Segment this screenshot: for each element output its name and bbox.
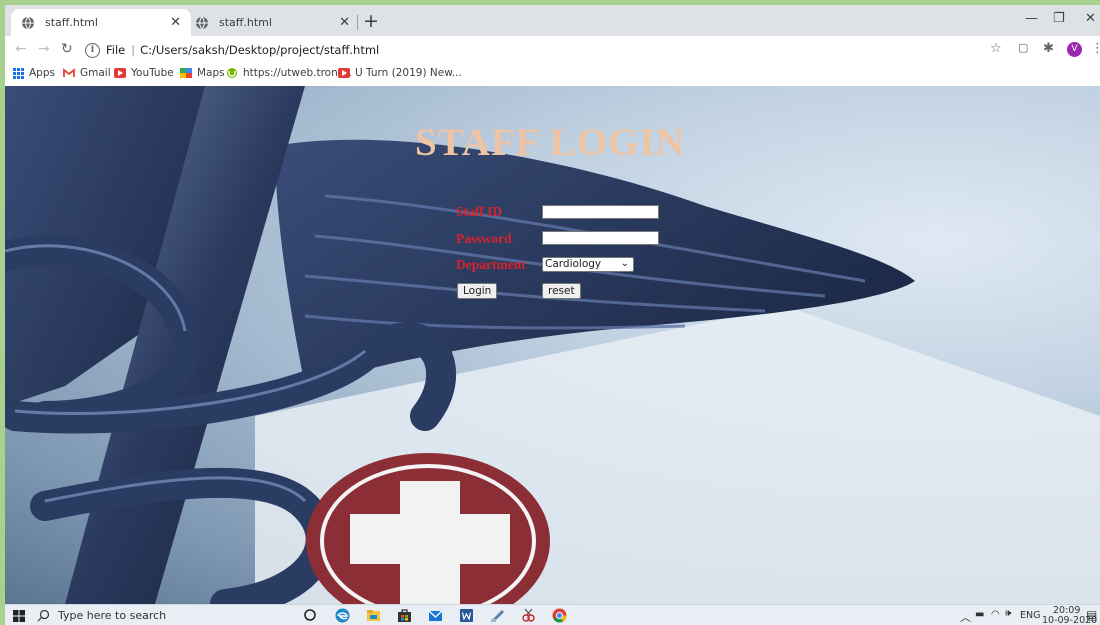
toolbar: ← → ↻ i File | C:/Users/saksh/Desktop/pr… bbox=[5, 36, 1100, 64]
tab-separator bbox=[357, 15, 358, 30]
close-window-icon[interactable]: ✕ bbox=[1085, 11, 1096, 26]
reset-button[interactable]: reset bbox=[542, 283, 581, 299]
minimize-icon[interactable]: — bbox=[1025, 11, 1038, 26]
globe-icon bbox=[196, 16, 208, 29]
bookmark-youtube[interactable]: YouTube bbox=[114, 67, 174, 79]
puzzle-extensions-icon[interactable]: ✱ bbox=[1043, 41, 1054, 56]
bookmark-label: U Turn (2019) New... bbox=[355, 67, 462, 79]
extension-icon[interactable]: ▢ bbox=[1018, 41, 1028, 54]
reload-icon[interactable]: ↻ bbox=[61, 41, 73, 57]
volume-icon[interactable]: 🕪 bbox=[1005, 608, 1011, 619]
snipping-tool-icon[interactable] bbox=[521, 608, 536, 623]
profile-avatar[interactable]: V bbox=[1067, 42, 1082, 57]
store-icon[interactable] bbox=[397, 608, 412, 623]
search-icon bbox=[37, 609, 50, 622]
bookmark-apps[interactable]: Apps bbox=[13, 67, 55, 79]
department-label: Department bbox=[456, 257, 526, 272]
gmail-icon bbox=[63, 68, 75, 77]
bookmark-label: Maps bbox=[197, 67, 225, 79]
new-tab-plus-icon[interactable]: + bbox=[363, 11, 379, 31]
browser-window: staff.html ✕ staff.html ✕ + — ❐ ✕ ← → ↻ … bbox=[5, 5, 1100, 625]
language-indicator[interactable]: ENG bbox=[1020, 610, 1040, 621]
tab-close-icon[interactable]: ✕ bbox=[339, 15, 350, 30]
login-button[interactable]: Login bbox=[457, 283, 498, 299]
taskbar-search-placeholder: Type here to search bbox=[58, 609, 167, 622]
bookmark-u-turn[interactable]: U Turn (2019) New... bbox=[338, 67, 462, 79]
cortana-icon[interactable] bbox=[303, 608, 317, 622]
forward-arrow-icon[interactable]: → bbox=[38, 41, 50, 57]
bookmark-label: Apps bbox=[29, 67, 55, 79]
tab-staff-inactive[interactable]: staff.html ✕ bbox=[185, 9, 360, 36]
mail-icon[interactable] bbox=[428, 608, 443, 623]
bookmark-label: Gmail bbox=[80, 67, 111, 79]
restore-icon[interactable]: ❐ bbox=[1053, 11, 1065, 26]
bookmark-gmail[interactable]: Gmail bbox=[63, 67, 111, 79]
menu-kebab-icon[interactable]: ⋮ bbox=[1091, 41, 1100, 56]
back-arrow-icon[interactable]: ← bbox=[15, 41, 27, 57]
taskbar-search-box[interactable]: Type here to search bbox=[37, 605, 166, 625]
bookmark-label: https://utweb.tront... bbox=[243, 67, 352, 79]
youtube-icon bbox=[114, 68, 126, 78]
tab-staff-active[interactable]: staff.html ✕ bbox=[11, 9, 191, 36]
page-title: STAFF LOGIN bbox=[415, 121, 685, 164]
tab-title: staff.html bbox=[45, 16, 98, 29]
tray-chevron-up-icon[interactable]: ︿ bbox=[960, 609, 971, 625]
edge-browser-icon[interactable] bbox=[335, 608, 350, 623]
tab-title: staff.html bbox=[219, 16, 272, 29]
bookmark-label: YouTube bbox=[131, 67, 174, 79]
password-label: Password bbox=[456, 231, 512, 246]
utweb-icon bbox=[227, 68, 237, 78]
battery-icon[interactable]: ▬ bbox=[975, 609, 984, 620]
file-explorer-icon[interactable] bbox=[366, 608, 381, 623]
address-scheme: File bbox=[106, 43, 126, 57]
department-select[interactable]: Cardiology ⌄ bbox=[542, 257, 634, 272]
address-url[interactable]: C:/Users/saksh/Desktop/project/staff.htm… bbox=[140, 43, 379, 57]
wifi-icon[interactable]: ◠ bbox=[991, 609, 1000, 620]
youtube-icon bbox=[338, 68, 350, 78]
staff-login-page: STAFF LOGIN Staff ID Password Department… bbox=[5, 86, 1100, 604]
info-icon[interactable]: i bbox=[85, 42, 100, 58]
staff-id-input[interactable] bbox=[542, 205, 659, 219]
tab-close-icon[interactable]: ✕ bbox=[170, 15, 181, 30]
globe-icon bbox=[22, 16, 34, 29]
scanner-app-icon[interactable] bbox=[490, 608, 505, 623]
maps-icon bbox=[180, 68, 192, 78]
password-input[interactable] bbox=[542, 231, 659, 245]
chrome-icon[interactable] bbox=[552, 608, 567, 623]
staff-id-label: Staff ID bbox=[456, 204, 503, 219]
address-bar[interactable]: i File | C:/Users/saksh/Desktop/project/… bbox=[85, 39, 1005, 61]
bookmarks-bar: Apps Gmail YouTube Maps https://utweb.tr… bbox=[5, 64, 1100, 87]
word-icon[interactable] bbox=[459, 608, 474, 623]
bookmark-utweb[interactable]: https://utweb.tront... bbox=[226, 67, 352, 79]
bookmark-star-icon[interactable]: ☆ bbox=[990, 41, 1002, 56]
chevron-down-icon: ⌄ bbox=[620, 258, 629, 269]
department-selected-value: Cardiology bbox=[545, 258, 602, 270]
windows-start-icon[interactable] bbox=[13, 610, 25, 622]
address-separator: | bbox=[131, 43, 136, 57]
bookmark-maps[interactable]: Maps bbox=[180, 67, 225, 79]
notifications-icon[interactable]: ▤ bbox=[1086, 608, 1097, 622]
windows-taskbar: Type here to search ︿ ▬ ◠ 🕪 ENG 20:09 10… bbox=[5, 604, 1100, 625]
apps-grid-icon bbox=[13, 67, 24, 79]
tab-strip: staff.html ✕ staff.html ✕ + — ❐ ✕ bbox=[5, 5, 1100, 36]
